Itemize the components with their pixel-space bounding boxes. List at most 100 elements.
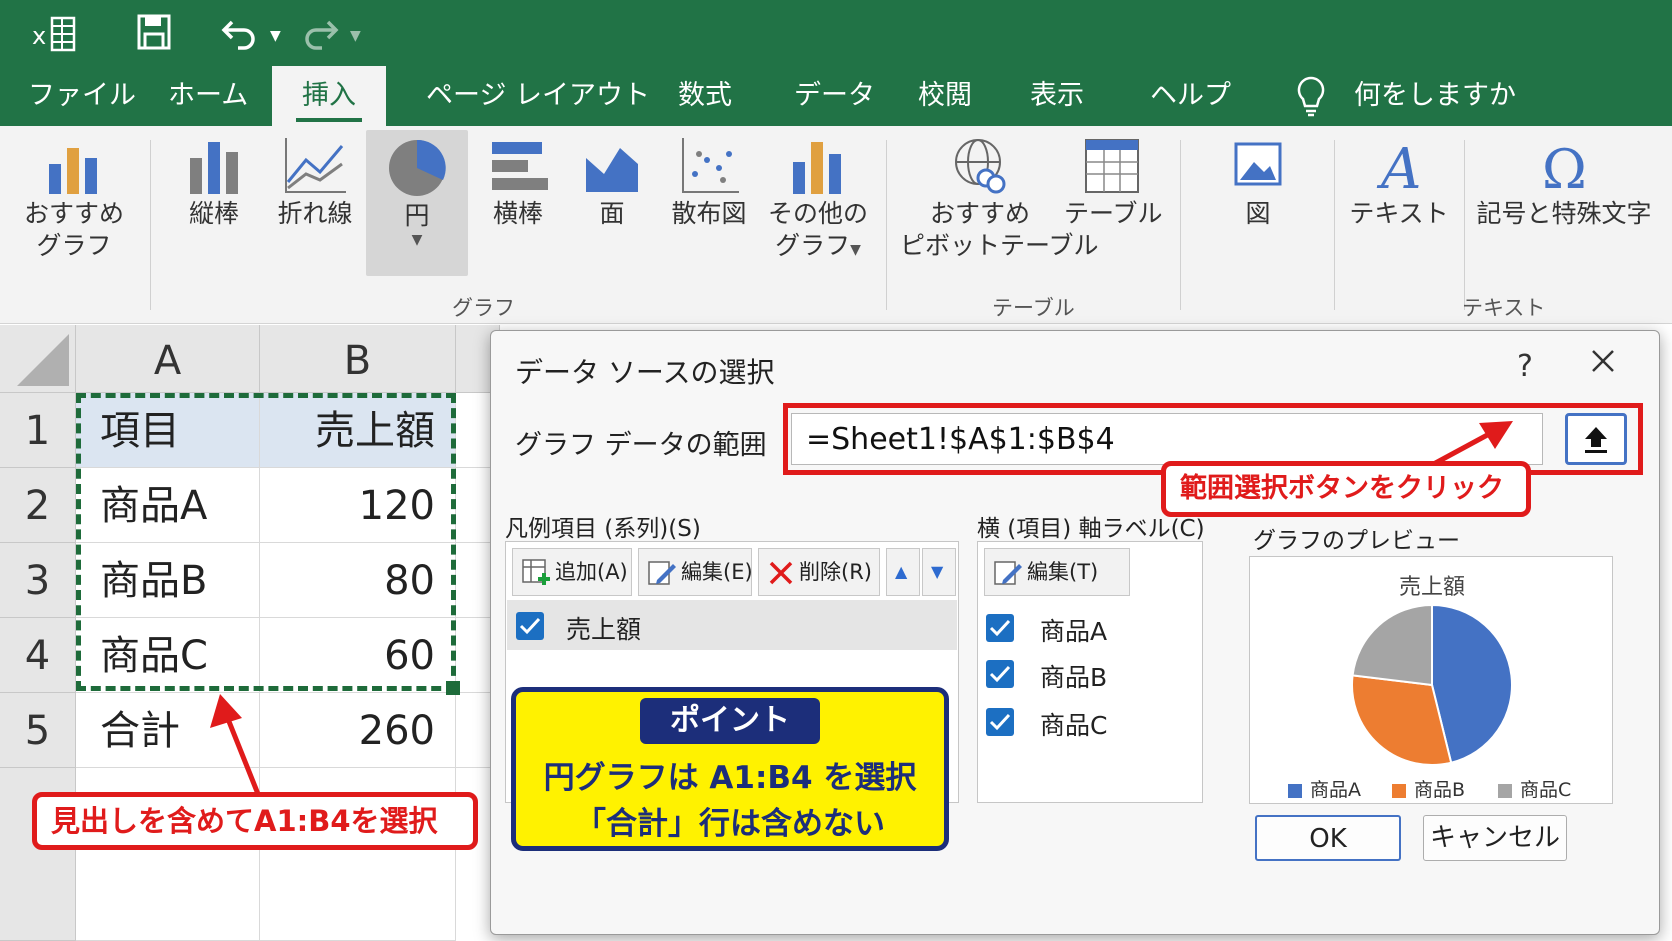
help-button[interactable]: ?	[1517, 349, 1533, 384]
ok-button[interactable]: OK	[1255, 815, 1401, 861]
row-header[interactable]: 4	[0, 618, 76, 693]
close-icon[interactable]	[1589, 347, 1617, 375]
legend-item-c: 商品C	[1498, 775, 1571, 802]
ribbon-separator	[1334, 140, 1335, 310]
tab-home[interactable]: ホーム	[168, 76, 248, 116]
cancel-button[interactable]: キャンセル	[1423, 815, 1567, 861]
tab-insert[interactable]: 挿入	[272, 66, 386, 126]
text-icon: A	[1376, 137, 1421, 198]
row-header[interactable]: 3	[0, 543, 76, 618]
move-down-button[interactable]: ▼	[922, 548, 956, 596]
bar-chart-icon	[492, 142, 548, 190]
symbol-button[interactable]: Ω 記号と特殊文字	[1474, 134, 1654, 230]
axis-item: 商品C	[1040, 711, 1108, 740]
column-chart-icon	[190, 142, 238, 194]
select-all-triangle	[17, 334, 69, 386]
axis-checkbox-b[interactable]	[986, 660, 1014, 688]
range-callout: 範囲選択ボタンをクリック	[1161, 461, 1531, 517]
legend-label: 商品B	[1414, 779, 1466, 801]
tab-view[interactable]: 表示	[1030, 76, 1084, 116]
row-header[interactable]: 5	[0, 693, 76, 768]
add-series-button[interactable]: 追加(A)	[512, 548, 632, 596]
recommended-pivot-label-1: おすすめ	[929, 199, 1030, 228]
area-chart-button[interactable]: 面	[576, 134, 648, 230]
series-item: 売上額	[566, 615, 642, 644]
pie-chart	[1351, 603, 1513, 766]
axis-checkbox-c[interactable]	[986, 708, 1014, 736]
checkmark-icon	[519, 617, 541, 635]
series-checkbox[interactable]	[516, 612, 544, 640]
ribbon-separator	[1464, 140, 1465, 310]
textbox-button[interactable]: A テキスト	[1344, 134, 1454, 230]
bar-chart-button[interactable]: 横棒	[480, 134, 556, 230]
svg-text:Ω: Ω	[1542, 138, 1587, 198]
tab-file[interactable]: ファイル	[28, 76, 136, 116]
redo-icon[interactable]	[300, 12, 340, 52]
picture-button[interactable]: 図	[1206, 134, 1310, 230]
legend-item-b: 商品B	[1392, 775, 1465, 802]
tab-review[interactable]: 校閲	[918, 76, 972, 116]
ribbon-separator	[886, 140, 887, 310]
checkmark-icon	[989, 619, 1011, 637]
edit-axis-label: 編集(T)	[1027, 560, 1099, 584]
select-all-corner[interactable]	[0, 325, 76, 393]
legend-item-a: 商品A	[1288, 775, 1361, 802]
pie-slice-商品C	[1351, 603, 1433, 687]
edit-axis-button[interactable]: 編集(T)	[984, 548, 1130, 596]
column-header-a[interactable]: A	[76, 325, 260, 393]
excel-icon[interactable]: x	[30, 12, 80, 56]
scatter-chart-button[interactable]: 散布図	[664, 134, 754, 230]
tab-formulas[interactable]: 数式	[678, 76, 732, 116]
column-header-b[interactable]: B	[260, 325, 456, 393]
edit-series-button[interactable]: 編集(E)	[638, 548, 753, 596]
pie-chart-button[interactable]: 円 ▼	[366, 130, 468, 276]
row-header[interactable]: 2	[0, 468, 76, 543]
tab-page-layout[interactable]: ページ レイアウト	[426, 76, 650, 116]
move-up-button[interactable]: ▲	[886, 548, 920, 596]
undo-icon[interactable]	[220, 12, 260, 52]
cell-b5[interactable]: 260	[260, 693, 456, 768]
range-select-button[interactable]	[1565, 413, 1627, 465]
table-icon	[1085, 139, 1139, 193]
other-chart-label-1: その他の	[768, 199, 869, 228]
axis-item: 商品B	[1040, 663, 1108, 692]
delete-series-button[interactable]: 削除(R)	[758, 548, 880, 596]
series-label: 凡例項目 (系列)(S)	[505, 516, 701, 542]
tab-data[interactable]: データ	[794, 76, 875, 116]
row-header[interactable]: 1	[0, 393, 76, 468]
legend-swatch	[1392, 783, 1406, 798]
point-line-2: 「合計」行は含めない	[575, 806, 885, 842]
legend-label: 商品A	[1310, 779, 1361, 801]
pie-chart-icon	[389, 139, 446, 196]
add-table-icon	[522, 559, 550, 585]
recommended-chart-icon	[49, 148, 97, 194]
tab-help[interactable]: ヘルプ	[1150, 76, 1231, 116]
ribbon-separator	[1180, 140, 1181, 310]
add-series-label: 追加(A)	[555, 560, 628, 584]
column-chart-button[interactable]: 縦棒	[176, 134, 252, 230]
recommended-charts-button[interactable]: おすすめ グラフ	[18, 134, 130, 262]
recommended-pivot-button[interactable]: おすすめ ピボットテーブル	[900, 134, 1099, 262]
lightbulb-icon[interactable]	[1294, 74, 1328, 118]
recommended-chart-label-2: グラフ	[36, 231, 112, 260]
save-icon[interactable]	[136, 12, 172, 52]
chart-range-label: グラフ データの範囲	[515, 430, 767, 461]
column-chart-label: 縦棒	[188, 199, 239, 228]
pivot-table-icon	[955, 139, 1006, 194]
tell-me-search[interactable]: 何をしますか	[1354, 76, 1516, 116]
axis-checkbox-a[interactable]	[986, 614, 1014, 642]
undo-dropdown-icon[interactable]: ▼	[270, 28, 281, 44]
other-charts-button[interactable]: その他の グラフ▼	[768, 134, 868, 266]
svg-text:x: x	[32, 22, 46, 50]
table-button[interactable]: テーブル	[1064, 134, 1163, 230]
legend-swatch	[1498, 783, 1512, 798]
other-chart-dropdown-icon[interactable]: ▼	[850, 242, 861, 258]
line-chart-button[interactable]: 折れ線	[268, 134, 362, 230]
preview-label: グラフのプレビュー	[1253, 528, 1460, 554]
fill-handle[interactable]	[446, 681, 460, 695]
pie-dropdown-icon[interactable]: ▼	[366, 232, 468, 248]
edit-icon	[648, 561, 676, 585]
arrow-down-icon: ▼	[931, 562, 944, 581]
redo-dropdown-icon[interactable]: ▼	[350, 28, 361, 44]
picture-icon	[1234, 142, 1282, 186]
